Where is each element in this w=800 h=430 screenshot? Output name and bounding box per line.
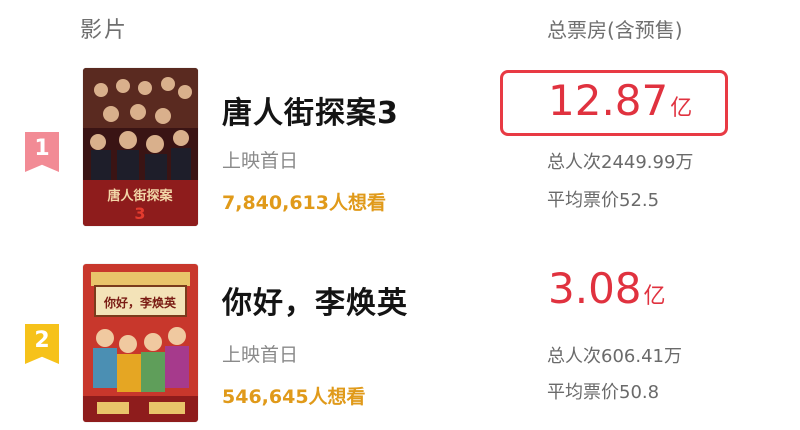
gross-unit: 亿 [670,96,693,121]
release-status: 上映首日 [222,150,299,172]
gross-column-header: 总票房(含预售) [547,18,683,42]
gross-value: 12.87 [548,76,669,125]
rank-badge: 1 [25,132,59,172]
movie-poster[interactable]: 你好，李焕英 [83,264,198,422]
poster-title: 你好，李焕英 [103,295,177,310]
film-row-1[interactable]: 1 唐人街探案 3 唐人街探案3 上映首日 7,840,613人想看 12.87… [0,62,800,232]
film-title[interactable]: 唐人街探案3 [222,88,399,132]
average-price: 平均票价50.8 [547,382,660,403]
average-price: 平均票价52.5 [547,190,660,211]
poster-title: 唐人街探案 [107,188,173,204]
film-row-2[interactable]: 2 你好，李焕英 你好，李焕英 上映首日 546,645人想看 3.08亿 总人… [0,260,800,425]
total-viewers: 总人次2449.99万 [547,152,694,173]
rank-badge: 2 [25,324,59,364]
table-header: 影片 总票房(含预售) [0,0,800,52]
poster-art: 唐人街探案 3 [83,68,198,226]
want-to-see-count: 546,645人想看 [222,386,366,408]
gross-unit: 亿 [643,284,666,309]
svg-text:3: 3 [134,204,145,223]
film-column-header: 影片 [80,18,129,43]
poster-art: 你好，李焕英 [83,264,198,422]
gross-value: 3.08 [548,264,642,313]
release-status: 上映首日 [222,344,299,366]
box-office-gross: 3.08亿 [548,264,666,313]
film-title[interactable]: 你好，李焕英 [222,278,408,322]
total-viewers: 总人次606.41万 [547,346,682,367]
movie-poster[interactable]: 唐人街探案 3 [83,68,198,226]
box-office-gross: 12.87亿 [548,76,692,125]
want-to-see-count: 7,840,613人想看 [222,192,386,214]
